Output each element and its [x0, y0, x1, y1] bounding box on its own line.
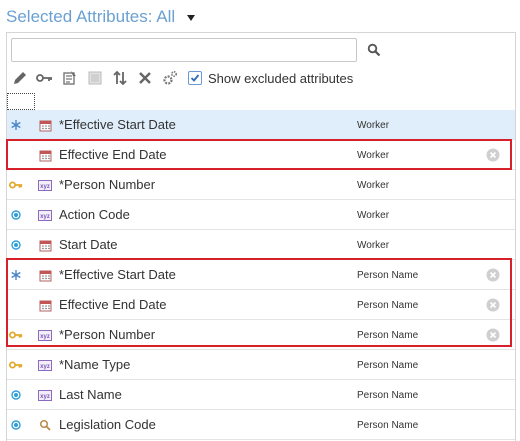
asterisk-indicator-icon — [9, 118, 23, 132]
search-icon[interactable] — [367, 43, 381, 57]
table-row[interactable]: xyz Action Code Worker — [7, 200, 515, 230]
page-title: Selected Attributes: All — [6, 7, 176, 26]
delete-x-icon[interactable] — [136, 69, 154, 87]
calendar-icon — [38, 118, 52, 132]
attribute-name: *Person Number — [59, 177, 156, 192]
table-row[interactable]: xyz Last Name Person Name — [7, 380, 515, 410]
key-icon[interactable] — [36, 69, 54, 87]
text-type-icon: xyz — [38, 208, 52, 222]
key-icon — [9, 358, 23, 372]
required-dot-icon — [9, 388, 23, 402]
attribute-name: Start Date — [59, 237, 118, 252]
business-object-name: Person Name — [357, 420, 419, 431]
show-excluded-checkbox[interactable] — [188, 71, 202, 85]
attribute-name: *Person Number — [59, 327, 156, 342]
business-object-name: Worker — [357, 180, 390, 191]
attribute-name: Action Code — [59, 207, 130, 222]
remove-icon[interactable] — [486, 148, 500, 162]
edit-pencil-icon[interactable] — [11, 69, 29, 87]
business-object-name: Person Name — [357, 300, 419, 311]
text-type-icon: xyz — [38, 328, 52, 342]
search-row — [11, 37, 381, 63]
svg-text:xyz: xyz — [40, 334, 50, 340]
svg-text:xyz: xyz — [40, 394, 50, 400]
remove-icon[interactable] — [486, 328, 500, 342]
table-row[interactable]: *Effective Start Date Worker — [7, 110, 515, 140]
attributes-header[interactable]: Selected Attributes: All — [6, 5, 196, 29]
business-object-name: Person Name — [357, 390, 419, 401]
attribute-table: *Effective Start Date Worker Effective End… — [7, 110, 515, 440]
business-object-name: Worker — [357, 240, 390, 251]
key-icon — [9, 178, 23, 192]
attribute-name: *Effective Start Date — [59, 117, 176, 132]
calendar-icon — [38, 298, 52, 312]
svg-text:xyz: xyz — [40, 364, 50, 370]
attribute-name: Last Name — [59, 387, 122, 402]
table-row[interactable]: Start Date Worker — [7, 230, 515, 260]
required-dot-icon — [9, 238, 23, 252]
attribute-name: *Effective Start Date — [59, 267, 176, 282]
edit-properties-icon[interactable] — [61, 69, 79, 87]
business-object-name: Person Name — [357, 330, 419, 341]
text-type-icon: xyz — [38, 358, 52, 372]
required-dot-icon — [9, 418, 23, 432]
attribute-name: Effective End Date — [59, 297, 167, 312]
lookup-icon — [38, 418, 52, 432]
asterisk-indicator-icon — [9, 268, 23, 282]
calendar-icon — [38, 268, 52, 282]
column-header-focus[interactable] — [7, 93, 35, 110]
table-row[interactable]: Effective End Date Person Name — [7, 290, 515, 320]
attributes-panel: Show excluded attributes *Effective Star… — [6, 32, 516, 441]
calendar-icon — [38, 148, 52, 162]
remove-icon[interactable] — [486, 298, 500, 312]
table-row[interactable]: xyz *Name Type Person Name — [7, 350, 515, 380]
reorder-icon[interactable] — [111, 69, 129, 87]
text-type-icon: xyz — [38, 178, 52, 192]
calendar-icon — [38, 238, 52, 252]
table-row[interactable]: Legislation Code Person Name — [7, 410, 515, 440]
table-row[interactable]: Effective End Date Worker — [7, 140, 515, 170]
key-icon — [9, 328, 23, 342]
chevron-down-icon[interactable] — [187, 15, 196, 21]
business-object-name: Person Name — [357, 360, 419, 371]
remove-icon[interactable] — [486, 268, 500, 282]
table-row[interactable]: *Effective Start Date Person Name — [7, 260, 515, 290]
business-object-name: Worker — [357, 210, 390, 221]
attribute-name: Effective End Date — [59, 147, 167, 162]
table-row[interactable]: xyz *Person Number Worker — [7, 170, 515, 200]
search-input[interactable] — [11, 38, 357, 62]
attribute-name: Legislation Code — [59, 417, 156, 432]
required-dot-icon — [9, 208, 23, 222]
business-object-name: Worker — [357, 150, 390, 161]
svg-text:xyz: xyz — [40, 214, 50, 220]
grid-view-icon[interactable] — [86, 69, 104, 87]
business-object-name: Person Name — [357, 270, 419, 281]
svg-text:xyz: xyz — [40, 184, 50, 190]
business-object-name: Worker — [357, 120, 390, 131]
toolbar: Show excluded attributes — [11, 67, 353, 89]
text-type-icon: xyz — [38, 388, 52, 402]
attribute-name: *Name Type — [59, 357, 131, 372]
settings-gear-icon[interactable] — [161, 69, 179, 87]
table-row[interactable]: xyz *Person Number Person Name — [7, 320, 515, 350]
show-excluded-label[interactable]: Show excluded attributes — [208, 71, 353, 86]
